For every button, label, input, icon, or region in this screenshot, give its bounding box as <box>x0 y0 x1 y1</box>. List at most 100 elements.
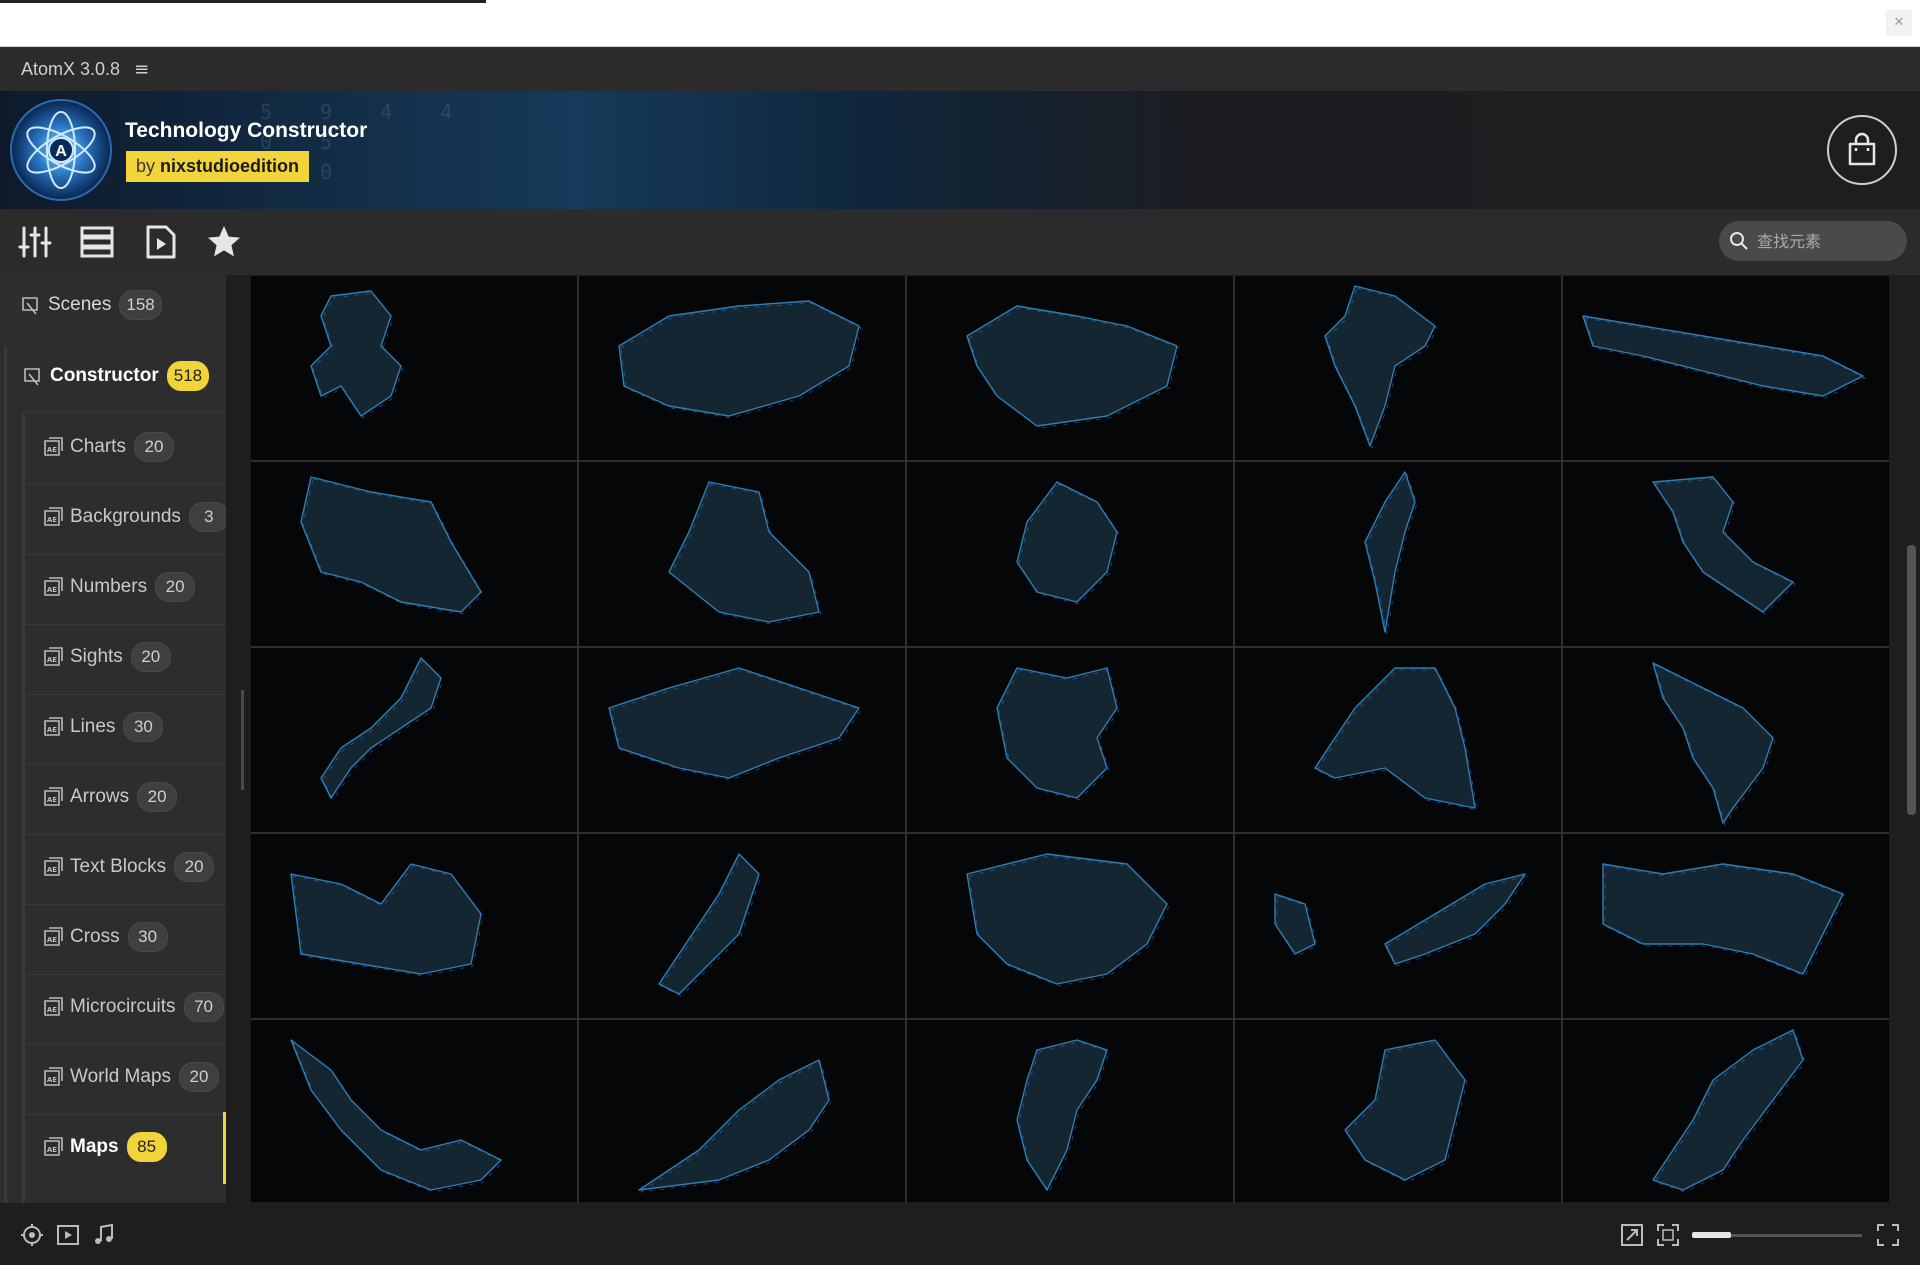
zoom-slider-handle[interactable] <box>1692 1232 1731 1238</box>
author-prefix: by <box>136 156 156 176</box>
sidebar-item-constructor[interactable]: Constructor 518 <box>22 361 210 391</box>
map-outline <box>300 476 484 615</box>
map-thumbnail[interactable] <box>907 648 1233 832</box>
map-thumbnail[interactable] <box>1235 1020 1561 1202</box>
map-thumbnail[interactable] <box>579 834 905 1018</box>
sidebar-item-arrows[interactable]: AE Arrows 20 <box>42 782 178 812</box>
ae-file-icon: AE <box>44 857 63 876</box>
item-count-badge: 30 <box>127 922 168 952</box>
ae-file-icon: AE <box>44 1137 63 1156</box>
svg-text:AE: AE <box>47 586 57 594</box>
shopping-bag-icon <box>1848 132 1876 166</box>
map-outline <box>290 863 484 977</box>
author-badge[interactable]: by nixstudioedition <box>126 151 310 182</box>
sidebar-item-label: Lines <box>70 716 116 737</box>
sidebar-item-backgrounds[interactable]: AE Backgrounds 3 <box>42 502 226 532</box>
item-count-badge: 30 <box>123 712 164 742</box>
map-thumbnail[interactable] <box>1235 276 1561 460</box>
map-thumbnail[interactable] <box>907 276 1233 460</box>
map-thumbnail[interactable] <box>1563 462 1889 646</box>
ae-file-icon: AE <box>44 647 63 666</box>
svg-text:AE: AE <box>47 1076 57 1084</box>
map-thumbnail[interactable] <box>251 648 577 832</box>
map-thumbnail[interactable] <box>579 1020 905 1202</box>
toolbar <box>0 209 1920 275</box>
hamburger-icon[interactable]: ≡ <box>134 59 149 80</box>
item-count-badge: 20 <box>130 642 171 672</box>
fullscreen-icon[interactable] <box>1876 1223 1900 1247</box>
divider <box>25 694 225 695</box>
map-thumbnail[interactable] <box>1563 276 1889 460</box>
sidebar-item-microcircuits[interactable]: AE Microcircuits 70 <box>42 992 224 1022</box>
divider <box>25 834 225 835</box>
sidebar-item-scenes[interactable]: Scenes 158 <box>20 290 162 320</box>
map-thumbnail[interactable] <box>579 648 905 832</box>
fit-screen-icon[interactable] <box>1656 1223 1680 1247</box>
sidebar-item-label: World Maps <box>70 1066 172 1087</box>
map-thumbnail[interactable] <box>907 462 1233 646</box>
ae-file-icon: AE <box>44 717 63 736</box>
map-thumbnail[interactable] <box>907 834 1233 1018</box>
author-name: nixstudioedition <box>160 156 300 176</box>
star-icon[interactable] <box>205 223 243 261</box>
map-thumbnail[interactable] <box>1235 834 1561 1018</box>
item-count-badge: 3 <box>188 502 226 532</box>
sidebar-item-maps[interactable]: AE Maps 85 <box>42 1132 167 1162</box>
sidebar-item-charts[interactable]: AE Charts 20 <box>42 432 174 462</box>
divider <box>25 974 225 975</box>
map-outline <box>310 290 404 419</box>
music-note-icon[interactable] <box>92 1223 116 1247</box>
sidebar-item-sights[interactable]: AE Sights 20 <box>42 642 171 672</box>
map-thumbnail[interactable] <box>251 276 577 460</box>
shop-button[interactable] <box>1827 115 1897 185</box>
sidebar-item-cross[interactable]: AE Cross 30 <box>42 922 168 952</box>
search-input[interactable] <box>1755 230 1899 252</box>
map-thumbnail[interactable] <box>907 1020 1233 1202</box>
map-thumbnail[interactable] <box>579 462 905 646</box>
grid-scrollbar[interactable] <box>1907 545 1916 815</box>
sidebar-item-label: Numbers <box>70 576 148 597</box>
pack-title: Technology Constructor <box>125 119 368 142</box>
map-outline <box>658 853 762 997</box>
item-count-badge: 20 <box>137 782 178 812</box>
map-outline <box>1344 1039 1468 1183</box>
ae-file-icon: AE <box>44 997 63 1016</box>
sidebar-item-text-blocks[interactable]: AE Text Blocks 20 <box>42 852 215 882</box>
close-icon[interactable]: ✕ <box>1886 10 1912 36</box>
loading-progress-bar <box>0 0 486 3</box>
search-box[interactable] <box>1719 221 1907 261</box>
app-title: AtomX 3.0.8 <box>21 58 121 79</box>
video-play-icon[interactable] <box>142 223 180 261</box>
item-count-badge: 20 <box>155 572 196 602</box>
scene-folder-icon <box>22 297 38 315</box>
sidebar-item-numbers[interactable]: AE Numbers 20 <box>42 572 196 602</box>
sidebar-item-lines[interactable]: AE Lines 30 <box>42 712 164 742</box>
sidebar-splitter[interactable] <box>241 690 244 790</box>
map-thumbnail[interactable] <box>251 834 577 1018</box>
ae-file-icon: AE <box>44 1067 63 1086</box>
divider <box>25 1114 225 1115</box>
svg-text:AE: AE <box>47 726 57 734</box>
list-view-icon[interactable] <box>78 223 116 261</box>
map-thumbnail[interactable] <box>1563 648 1889 832</box>
active-indicator <box>223 1112 226 1184</box>
top-strip: ✕ <box>0 0 1920 47</box>
map-thumbnail[interactable] <box>1235 648 1561 832</box>
divider <box>25 411 225 412</box>
map-thumbnail[interactable] <box>251 1020 577 1202</box>
map-thumbnail[interactable] <box>1235 462 1561 646</box>
map-thumbnail[interactable] <box>1563 834 1889 1018</box>
sliders-icon[interactable] <box>16 223 54 261</box>
map-thumbnail[interactable] <box>579 276 905 460</box>
target-icon[interactable] <box>20 1223 44 1247</box>
scene-folder-icon <box>24 368 40 386</box>
svg-text:AE: AE <box>47 1146 57 1154</box>
sidebar-item-world-maps[interactable]: AE World Maps 20 <box>42 1062 220 1092</box>
ae-file-icon: AE <box>44 507 63 526</box>
expand-icon[interactable] <box>1620 1223 1644 1247</box>
map-thumbnail[interactable] <box>1563 1020 1889 1202</box>
divider <box>25 624 225 625</box>
sidebar-item-label: Scenes <box>48 294 112 315</box>
map-thumbnail[interactable] <box>251 462 577 646</box>
play-square-icon[interactable] <box>56 1223 80 1247</box>
